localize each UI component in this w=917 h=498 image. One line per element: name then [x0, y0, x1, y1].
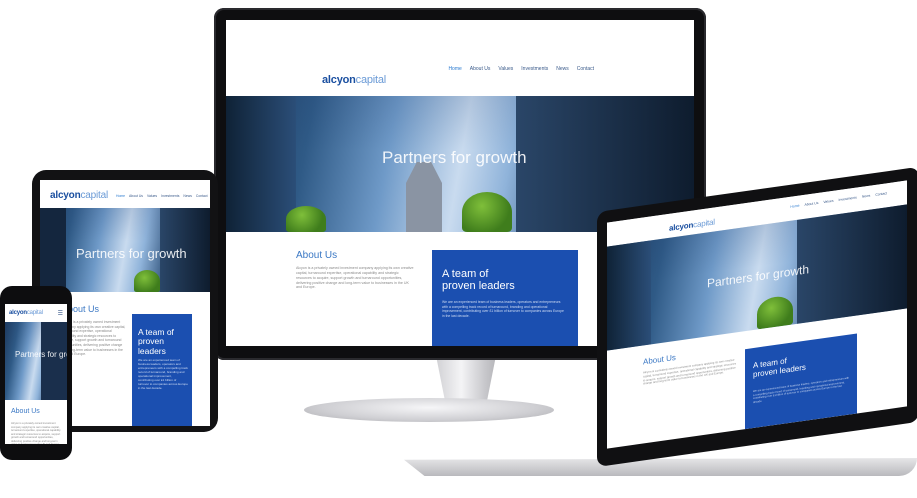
hero-heading: Partners for growth [76, 246, 187, 261]
team-panel: A team of proven leaders We are an exper… [432, 250, 578, 346]
hero-heading: Partners for growth [15, 350, 67, 359]
phone-website: alcyoncapital ☰ Partners for growth Abou… [5, 304, 67, 444]
nav-home[interactable]: Home [790, 204, 799, 209]
nav-about-us[interactable]: About Us [804, 201, 818, 207]
main-menu: Home About Us Values Investments News Co… [116, 194, 208, 198]
site-logo[interactable]: alcyoncapital [669, 217, 715, 232]
nav-investments[interactable]: Investments [161, 194, 179, 198]
phone: alcyoncapital ☰ Partners for growth Abou… [0, 286, 72, 460]
hero-heading: Partners for growth [707, 262, 810, 291]
hero-tree [757, 294, 793, 330]
team-body: We are an experienced team of business l… [753, 376, 849, 404]
hero-tree [286, 206, 326, 232]
nav-values[interactable]: Values [147, 194, 157, 198]
laptop-website: alcyoncapital Home About Us Values Inves… [607, 180, 907, 449]
nav-news[interactable]: News [556, 66, 569, 72]
site-logo[interactable]: alcyoncapital [9, 310, 43, 316]
nav-investments[interactable]: Investments [839, 195, 857, 202]
nav-news[interactable]: News [862, 194, 870, 199]
about-body: Alcyon is a privately owned investment c… [296, 266, 414, 290]
nav-about-us[interactable]: About Us [129, 194, 143, 198]
hero-tree [462, 192, 512, 232]
hero-banner: Partners for growth [5, 322, 67, 400]
menu-icon[interactable]: ☰ [58, 310, 63, 317]
nav-investments[interactable]: Investments [521, 66, 548, 72]
hero-banner: Partners for growth [40, 208, 210, 292]
about-title: About Us [643, 352, 676, 367]
hero-heading: Partners for growth [382, 148, 527, 167]
main-menu: Home About Us Values Investments News Co… [790, 191, 887, 209]
site-header: alcyoncapital Home About Us Values Inves… [40, 180, 210, 209]
about-title: About Us [296, 250, 338, 261]
hero-building [226, 96, 296, 232]
site-logo[interactable]: alcyoncapital [322, 74, 386, 86]
hero-tree [134, 270, 160, 292]
nav-values[interactable]: Values [498, 66, 513, 72]
nav-contact[interactable]: Contact [875, 191, 887, 197]
team-panel: A team of proven leaders We are an exper… [132, 314, 192, 426]
main-menu: Home About Us Values Investments News Co… [448, 66, 594, 72]
site-header: alcyoncapital ☰ [5, 304, 67, 323]
nav-contact[interactable]: Contact [577, 66, 594, 72]
laptop: alcyoncapital Home About Us Values Inves… [597, 166, 917, 467]
nav-home[interactable]: Home [448, 66, 461, 72]
hero-building [797, 204, 907, 324]
about-body: Alcyon is a privately owned investment c… [11, 422, 61, 444]
team-title-line1: A team of [442, 268, 489, 280]
nav-home[interactable]: Home [116, 194, 125, 198]
site-logo[interactable]: alcyoncapital [50, 190, 108, 201]
hero-building [607, 240, 651, 351]
hero-building [40, 208, 66, 292]
site-header: alcyoncapital Home About Us Values Inves… [226, 20, 694, 97]
nav-about-us[interactable]: About Us [470, 66, 491, 72]
team-title-line2: proven leaders [442, 280, 515, 293]
team-body: We are an experienced team of business l… [442, 300, 564, 318]
team-title-line2: proven leaders [138, 336, 166, 356]
hero-building [41, 322, 67, 400]
nav-news[interactable]: News [183, 194, 191, 198]
monitor-stand-base [304, 398, 554, 422]
nav-values[interactable]: Values [823, 199, 833, 204]
team-panel: A team of proven leaders We are an exper… [745, 333, 857, 430]
team-body: We are an experienced team of business l… [138, 358, 188, 391]
about-title: About Us [11, 408, 40, 415]
nav-contact[interactable]: Contact [196, 194, 208, 198]
laptop-base [404, 458, 917, 476]
hero-building [406, 162, 442, 232]
